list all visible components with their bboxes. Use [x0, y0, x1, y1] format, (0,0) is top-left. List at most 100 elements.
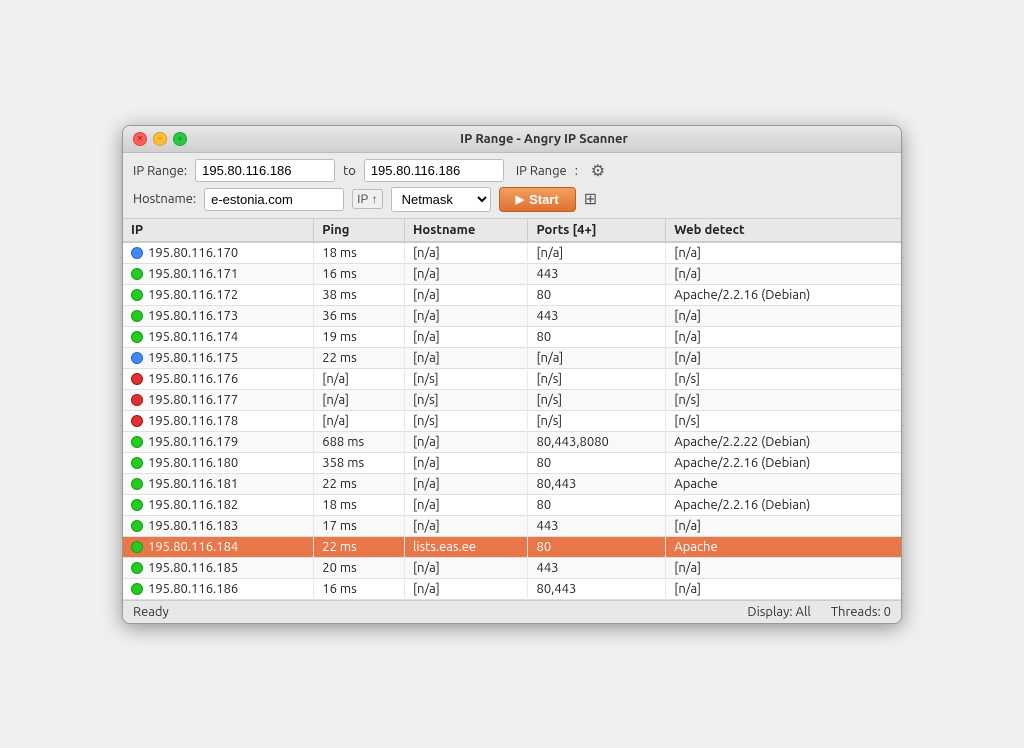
col-ping[interactable]: Ping [314, 219, 405, 242]
status-dot [131, 289, 143, 301]
ip-to-input[interactable] [364, 159, 504, 182]
cell-webdetect: Apache [666, 536, 901, 557]
columns-button[interactable]: ⊞ [584, 189, 597, 209]
cell-hostname: [n/s] [404, 389, 528, 410]
cell-ping: 38 ms [314, 284, 405, 305]
table-row[interactable]: 195.80.116.177[n/a][n/s][n/s][n/s] [123, 389, 901, 410]
cell-hostname: [n/s] [404, 410, 528, 431]
table-row[interactable]: 195.80.116.18422 mslists.eas.ee80Apache [123, 536, 901, 557]
table-row[interactable]: 195.80.116.17116 ms[n/a]443[n/a] [123, 263, 901, 284]
close-button[interactable]: ✕ [133, 132, 147, 146]
table-row[interactable]: 195.80.116.18218 ms[n/a]80Apache/2.2.16 … [123, 494, 901, 515]
table-header: IP Ping Hostname Ports [4+] Web detect [123, 219, 901, 242]
status-dot [131, 436, 143, 448]
ip-up-button[interactable]: IP ↑ [352, 189, 382, 209]
cell-ip: 195.80.116.184 [123, 536, 314, 557]
cell-webdetect: [n/s] [666, 410, 901, 431]
table-row[interactable]: 195.80.116.18616 ms[n/a]80,443[n/a] [123, 578, 901, 599]
cell-ports: [n/a] [528, 242, 666, 264]
cell-ports: 80,443 [528, 578, 666, 599]
cell-hostname: [n/a] [404, 557, 528, 578]
table-row[interactable]: 195.80.116.18520 ms[n/a]443[n/a] [123, 557, 901, 578]
table-row[interactable]: 195.80.116.17018 ms[n/a][n/a][n/a] [123, 242, 901, 264]
cell-webdetect: [n/s] [666, 368, 901, 389]
cell-hostname: [n/a] [404, 515, 528, 536]
cell-hostname: [n/a] [404, 473, 528, 494]
table-row[interactable]: 195.80.116.17238 ms[n/a]80Apache/2.2.16 … [123, 284, 901, 305]
cell-ports: 443 [528, 263, 666, 284]
cell-ping: [n/a] [314, 410, 405, 431]
netmask-select[interactable]: Netmask [391, 187, 491, 212]
cell-hostname: [n/a] [404, 347, 528, 368]
col-ip[interactable]: IP [123, 219, 314, 242]
col-hostname[interactable]: Hostname [404, 219, 528, 242]
cell-webdetect: Apache/2.2.22 (Debian) [666, 431, 901, 452]
status-dot [131, 247, 143, 259]
cell-ports: [n/s] [528, 368, 666, 389]
status-text: Ready [133, 605, 727, 619]
status-dot [131, 499, 143, 511]
cell-ping: 17 ms [314, 515, 405, 536]
table-row[interactable]: 195.80.116.178[n/a][n/s][n/s][n/s] [123, 410, 901, 431]
cell-ports: 80 [528, 536, 666, 557]
cell-ports: 80 [528, 452, 666, 473]
cell-ip: 195.80.116.186 [123, 578, 314, 599]
table-row[interactable]: 195.80.116.176[n/a][n/s][n/s][n/s] [123, 368, 901, 389]
start-button[interactable]: Start [499, 187, 576, 212]
table-row[interactable]: 195.80.116.18122 ms[n/a]80,443Apache [123, 473, 901, 494]
main-window: ✕ − + IP Range - Angry IP Scanner IP Ran… [122, 125, 902, 624]
cell-ping: 22 ms [314, 473, 405, 494]
table-row[interactable]: 195.80.116.179688 ms[n/a]80,443,8080Apac… [123, 431, 901, 452]
cell-ports: [n/a] [528, 347, 666, 368]
cell-ping: 16 ms [314, 263, 405, 284]
status-dot [131, 352, 143, 364]
ip-address: 195.80.116.179 [148, 435, 238, 449]
start-label: Start [529, 192, 559, 207]
cell-ping: 16 ms [314, 578, 405, 599]
table-row[interactable]: 195.80.116.18317 ms[n/a]443[n/a] [123, 515, 901, 536]
hostname-label: Hostname: [133, 192, 196, 206]
cell-ping: 36 ms [314, 305, 405, 326]
table-row[interactable]: 195.80.116.180358 ms[n/a]80Apache/2.2.16… [123, 452, 901, 473]
ip-address: 195.80.116.184 [148, 540, 238, 554]
ip-address: 195.80.116.182 [148, 498, 238, 512]
cell-ports: 80,443 [528, 473, 666, 494]
ip-address: 195.80.116.186 [148, 582, 238, 596]
cell-ports: 443 [528, 305, 666, 326]
cell-ip: 195.80.116.180 [123, 452, 314, 473]
table-row[interactable]: 195.80.116.17419 ms[n/a]80[n/a] [123, 326, 901, 347]
toolbar: IP Range: to IP Range : ⚙ Hostname: IP ↑… [123, 153, 901, 219]
minimize-button[interactable]: − [153, 132, 167, 146]
titlebar: ✕ − + IP Range - Angry IP Scanner [123, 126, 901, 153]
table-row[interactable]: 195.80.116.17336 ms[n/a]443[n/a] [123, 305, 901, 326]
ip-address: 195.80.116.178 [148, 414, 238, 428]
cell-webdetect: [n/a] [666, 515, 901, 536]
cell-webdetect: [n/s] [666, 389, 901, 410]
status-dot [131, 268, 143, 280]
cell-ip: 195.80.116.175 [123, 347, 314, 368]
cell-webdetect: Apache/2.2.16 (Debian) [666, 284, 901, 305]
maximize-button[interactable]: + [173, 132, 187, 146]
cell-ping: 20 ms [314, 557, 405, 578]
cell-hostname: [n/a] [404, 284, 528, 305]
cell-webdetect: [n/a] [666, 347, 901, 368]
hostname-input[interactable] [204, 188, 344, 211]
cell-ip: 195.80.116.171 [123, 263, 314, 284]
colon-separator: : [575, 164, 578, 178]
col-webdetect[interactable]: Web detect [666, 219, 901, 242]
cell-webdetect: [n/a] [666, 305, 901, 326]
ip-address: 195.80.116.181 [148, 477, 238, 491]
ip-address: 195.80.116.170 [148, 246, 238, 260]
col-ports[interactable]: Ports [4+] [528, 219, 666, 242]
cell-ping: 358 ms [314, 452, 405, 473]
ip-from-input[interactable] [195, 159, 335, 182]
cell-ip: 195.80.116.178 [123, 410, 314, 431]
settings-button[interactable]: ⚙ [586, 159, 610, 183]
cell-ip: 195.80.116.182 [123, 494, 314, 515]
status-dot [131, 373, 143, 385]
display-text: Display: All [747, 605, 810, 619]
ip-address: 195.80.116.180 [148, 456, 238, 470]
table-row[interactable]: 195.80.116.17522 ms[n/a][n/a][n/a] [123, 347, 901, 368]
cell-hostname: [n/a] [404, 578, 528, 599]
cell-ip: 195.80.116.173 [123, 305, 314, 326]
